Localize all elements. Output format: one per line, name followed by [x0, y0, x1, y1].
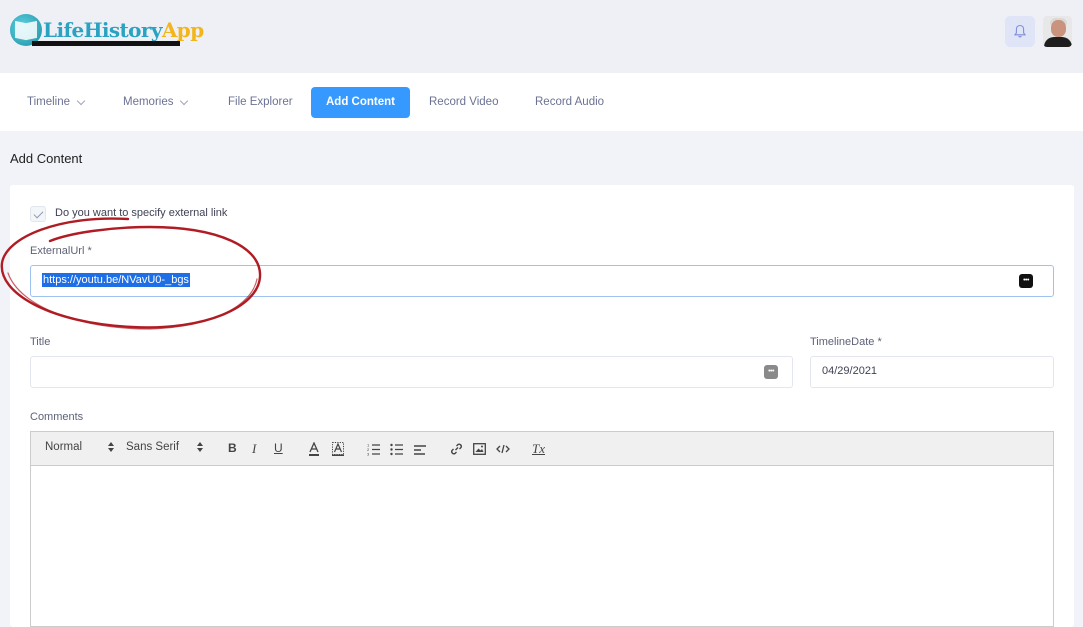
more-options-icon[interactable] [764, 364, 778, 380]
external-link-checkbox-label[interactable]: Do you want to specify external link [55, 207, 227, 219]
chevron-down-icon [76, 96, 86, 105]
format-select[interactable]: Normal [45, 441, 82, 453]
nav-memories[interactable]: Memories [123, 87, 189, 118]
text-color-icon[interactable] [308, 442, 320, 456]
ordered-list-icon[interactable]: 1 2 3 [367, 442, 381, 456]
font-select-arrows-icon [197, 442, 203, 454]
bold-button[interactable]: B [228, 441, 237, 455]
notifications-button[interactable] [1005, 16, 1035, 47]
editor-toolbar: Normal Sans Serif B I U 1 2 3 Tx [31, 432, 1053, 466]
external-url-label: ExternalUrl * [30, 245, 92, 257]
title-label: Title [30, 336, 51, 348]
nav-file-explorer-label: File Explorer [228, 96, 293, 108]
font-select[interactable]: Sans Serif [126, 441, 179, 453]
nav-record-video[interactable]: Record Video [429, 87, 498, 118]
code-block-icon[interactable] [496, 442, 510, 456]
page-title: Add Content [10, 151, 83, 166]
nav-timeline[interactable]: Timeline [27, 87, 86, 118]
top-header: LifeHistoryApp [0, 0, 1083, 73]
background-color-icon[interactable] [331, 442, 345, 456]
underline-button[interactable]: U [274, 441, 283, 455]
format-select-arrows-icon [108, 442, 114, 454]
timeline-date-value: 04/29/2021 [822, 365, 878, 377]
main-nav: Timeline Memories File Explorer Add Cont… [0, 73, 1083, 131]
avatar-face [1051, 20, 1066, 37]
align-icon[interactable] [413, 442, 427, 456]
nav-file-explorer[interactable]: File Explorer [228, 87, 293, 118]
bell-icon [1013, 24, 1027, 38]
bullet-list-icon[interactable] [390, 442, 404, 456]
comments-label: Comments [30, 411, 84, 423]
nav-record-video-label: Record Video [429, 96, 499, 108]
clear-format-button[interactable]: Tx [532, 441, 545, 457]
timeline-date-field[interactable]: 04/29/2021 [810, 356, 1054, 388]
link-icon[interactable] [450, 442, 463, 456]
nav-record-audio-label: Record Audio [535, 96, 605, 108]
user-avatar[interactable] [1043, 16, 1072, 47]
nav-add-content[interactable]: Add Content [311, 87, 410, 118]
title-field[interactable] [30, 356, 793, 388]
comments-editor[interactable]: Normal Sans Serif B I U 1 2 3 Tx [30, 431, 1054, 627]
svg-text:3: 3 [367, 452, 370, 457]
image-icon[interactable] [473, 442, 486, 456]
avatar-body [1044, 37, 1072, 47]
italic-button[interactable]: I [252, 441, 256, 457]
more-options-icon[interactable] [1019, 273, 1033, 289]
external-link-checkbox[interactable] [30, 206, 46, 222]
nav-record-audio[interactable]: Record Audio [535, 87, 604, 118]
nav-add-content-label: Add Content [326, 96, 395, 108]
nav-memories-label: Memories [123, 96, 174, 108]
external-url-value: https://youtu.be/NVavU0-_bgs [42, 273, 190, 287]
external-url-field[interactable]: https://youtu.be/NVavU0-_bgs [30, 265, 1054, 297]
logo-underline [32, 41, 180, 46]
timeline-date-label: TimelineDate * [810, 336, 882, 348]
nav-timeline-label: Timeline [27, 96, 71, 108]
logo-text: LifeHistoryApp [43, 18, 204, 42]
chevron-down-icon [180, 96, 189, 105]
